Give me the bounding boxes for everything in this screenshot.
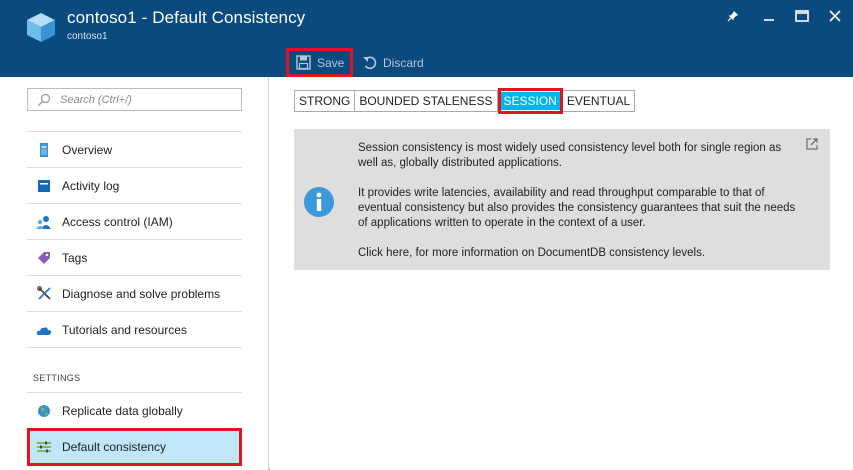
menu-item-tags[interactable]: Tags xyxy=(27,240,242,276)
option-label: BOUNDED STALENESS xyxy=(359,94,493,108)
external-link-icon[interactable] xyxy=(806,138,818,150)
sliders-icon xyxy=(36,439,52,455)
settings-list: Replicate data globally Default consiste… xyxy=(27,392,242,466)
info-link[interactable]: Click here, for more information on Docu… xyxy=(358,246,803,261)
menu-item-label: Replicate data globally xyxy=(62,403,183,418)
menu-item-tutorials[interactable]: Tutorials and resources xyxy=(27,312,242,348)
option-label: SESSION xyxy=(500,92,560,110)
info-text: Session consistency is most widely used … xyxy=(358,141,803,261)
discard-button[interactable]: Discard xyxy=(360,48,424,77)
iam-icon xyxy=(36,214,52,230)
option-session[interactable]: SESSION xyxy=(497,88,563,114)
menu-list: Overview Activity log Access control (IA… xyxy=(27,131,242,348)
activity-log-icon xyxy=(36,178,52,194)
cloud-icon xyxy=(36,322,52,338)
page-title: contoso1 - Default Consistency xyxy=(67,8,306,27)
search-icon xyxy=(38,93,51,106)
option-strong[interactable]: STRONG xyxy=(295,91,356,111)
menu-item-label: Access control (IAM) xyxy=(62,214,173,229)
settings-section-header: SETTINGS xyxy=(33,373,81,383)
option-label: EVENTUAL xyxy=(566,94,631,108)
undo-icon xyxy=(363,56,377,70)
blade-header: contoso1 - Default Consistency contoso1 … xyxy=(0,0,853,77)
menu-item-access-control[interactable]: Access control (IAM) xyxy=(27,204,242,240)
wrench-icon xyxy=(36,286,52,302)
minimize-icon[interactable] xyxy=(760,8,778,26)
consistency-selector: STRONG BOUNDED STALENESS SESSION EVENTUA… xyxy=(294,88,636,114)
page-subtitle: contoso1 xyxy=(67,31,108,42)
menu-item-label: Tags xyxy=(62,250,88,265)
menu-item-diagnose[interactable]: Diagnose and solve problems xyxy=(27,276,242,312)
cube-icon xyxy=(27,13,55,42)
menu-item-label: Tutorials and resources xyxy=(62,322,187,337)
menu-item-overview[interactable]: Overview xyxy=(27,132,242,168)
menu-item-label: Overview xyxy=(62,142,113,157)
tag-icon xyxy=(36,250,52,266)
info-paragraph: It provides write latencies, availabilit… xyxy=(358,187,796,229)
save-label: Save xyxy=(317,55,345,70)
overview-icon xyxy=(36,142,52,158)
info-icon xyxy=(304,187,334,217)
globe-icon xyxy=(36,403,52,419)
menu-item-default-consistency[interactable]: Default consistency xyxy=(27,428,242,466)
close-icon[interactable] xyxy=(826,8,844,26)
main-panel: STRONG BOUNDED STALENESS SESSION EVENTUA… xyxy=(270,77,853,470)
menu-item-activity-log[interactable]: Activity log xyxy=(27,168,242,204)
info-paragraph: Session consistency is most widely used … xyxy=(358,142,782,169)
option-bounded-staleness[interactable]: BOUNDED STALENESS xyxy=(355,91,498,111)
command-bar: Save Discard xyxy=(0,48,853,77)
option-label: STRONG xyxy=(299,94,351,108)
option-eventual[interactable]: EVENTUAL xyxy=(562,91,635,111)
menu-item-label: Default consistency xyxy=(62,440,167,454)
resource-menu: Overview Activity log Access control (IA… xyxy=(0,77,269,470)
save-icon xyxy=(296,55,311,70)
menu-item-replicate-globally[interactable]: Replicate data globally xyxy=(27,393,242,429)
search-box[interactable] xyxy=(27,88,242,111)
menu-item-label: Diagnose and solve problems xyxy=(62,286,221,301)
discard-label: Discard xyxy=(383,55,424,70)
search-input[interactable] xyxy=(60,91,235,108)
menu-item-label: Activity log xyxy=(62,178,120,193)
maximize-icon[interactable] xyxy=(793,8,811,26)
pin-icon[interactable] xyxy=(724,8,742,26)
info-panel: Session consistency is most widely used … xyxy=(294,129,830,270)
save-button[interactable]: Save xyxy=(286,48,353,77)
